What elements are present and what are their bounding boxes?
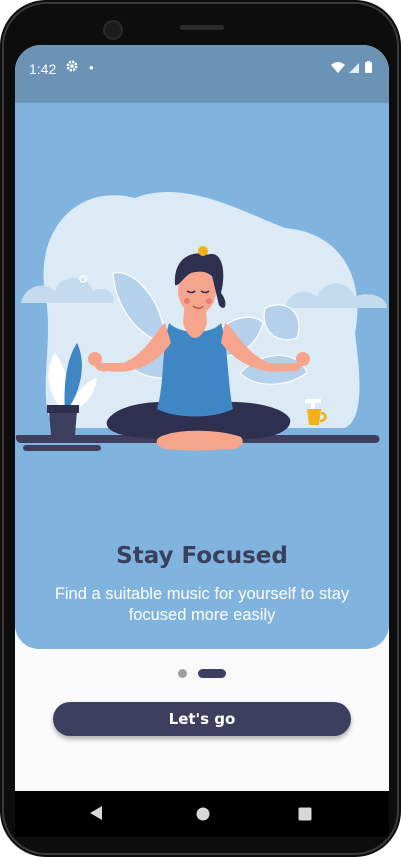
onboarding-hero: Stay Focused Find a suitable music for y…	[15, 103, 389, 649]
notification-dot-icon: •	[89, 60, 94, 75]
page-dot-2-active[interactable]	[198, 669, 226, 678]
status-icons	[331, 61, 377, 80]
battery-icon	[365, 61, 372, 73]
wifi-icon	[331, 62, 345, 73]
android-navigation-bar	[15, 791, 389, 837]
signal-icon	[349, 63, 359, 73]
status-bar: 1:42 •	[15, 45, 389, 103]
earpiece-speaker	[180, 25, 224, 30]
recents-square-icon[interactable]	[298, 807, 312, 826]
onboarding-subtitle: Find a suitable music for yourself to st…	[54, 585, 350, 624]
gear-icon	[65, 59, 79, 76]
home-circle-icon[interactable]	[196, 807, 210, 826]
lets-go-button[interactable]: Let's go	[53, 702, 351, 736]
meditating-woman-illustration	[15, 191, 387, 451]
onboarding-title: Stay Focused	[116, 543, 288, 569]
app-screen: 1:42 • Stay Focused Find a suitable musi…	[15, 45, 389, 791]
page-indicator	[15, 668, 389, 680]
page-dot-1[interactable]	[178, 669, 187, 678]
front-camera	[103, 20, 123, 40]
status-time: 1:42	[29, 61, 57, 77]
phone-frame: 1:42 • Stay Focused Find a suitable musi…	[0, 0, 401, 857]
back-triangle-icon[interactable]	[89, 805, 103, 826]
